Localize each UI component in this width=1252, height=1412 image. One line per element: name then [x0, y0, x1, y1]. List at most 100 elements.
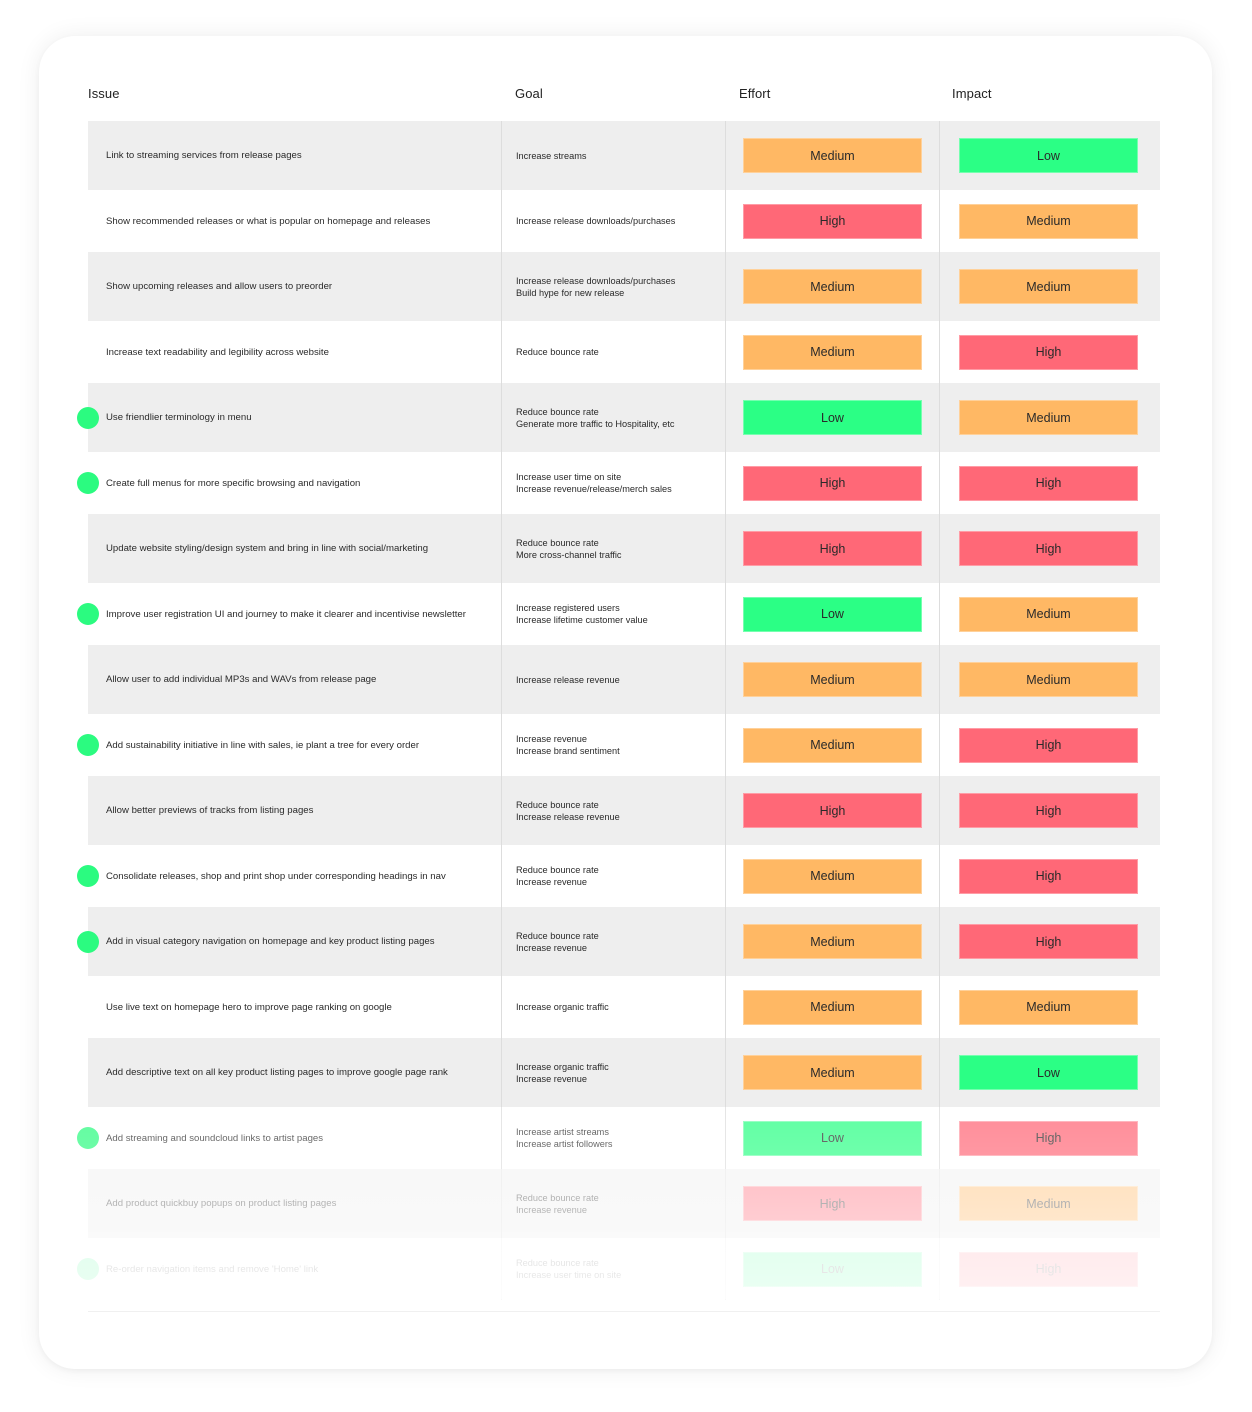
goal-text: Increase revenue — [516, 942, 587, 953]
effort-level-badge: Medium — [743, 138, 922, 173]
issue-cell: Use friendlier terminology in menu — [77, 383, 501, 452]
issue-text: Add streaming and soundcloud links to ar… — [106, 1132, 324, 1144]
impact-cell: High — [939, 321, 1160, 383]
effort-level-badge: High — [743, 793, 922, 828]
goal-text: Reduce bounce rate — [516, 799, 599, 810]
goal-text: Increase release downloads/purchases — [516, 216, 676, 226]
goal-text: Build hype for new release — [516, 287, 625, 298]
goal-text: Increase organic traffic — [516, 1002, 609, 1012]
goal-text: Increase revenue — [516, 877, 587, 887]
impact-cell: Medium — [939, 383, 1160, 452]
goal-cell: Reduce bounce rate Increase release reven… — [501, 776, 725, 845]
goal-text: Increase artist streams — [516, 1127, 609, 1137]
issue-text: Add in visual category navigation on hom… — [106, 936, 435, 947]
effort-level-badge: High — [743, 531, 922, 566]
goal-text: Reduce bounce rate — [516, 1192, 599, 1203]
goal-text: Increase release revenue — [516, 674, 620, 685]
impact-cell: Medium — [939, 583, 1160, 645]
goal-text: Reduce bounce rate — [516, 1258, 599, 1268]
goal-cell: Reduce bounce rate — [501, 321, 725, 383]
goal-text: Increase revenue — [516, 1204, 587, 1215]
effort-cell: Medium — [725, 252, 939, 321]
goal-cell: Reduce bounce rate Increase revenue — [501, 907, 725, 976]
impact-level-badge: High — [959, 727, 1138, 763]
issue-text: Allow better previews of tracks from lis… — [106, 805, 314, 816]
impact-level-badge: Medium — [959, 1186, 1138, 1221]
goal-text: Increase brand sentiment — [516, 746, 620, 756]
issue-text: Add sustainability initiative in line wi… — [106, 739, 420, 751]
impact-level-badge: Medium — [959, 269, 1138, 304]
goal-text: Reduce bounce rate — [516, 930, 599, 941]
column-header-impact: Impact — [952, 86, 992, 101]
impact-level-badge: High — [959, 465, 1138, 501]
issue-cell: Update website styling/design system and… — [88, 514, 501, 583]
issue-cell: Add streaming and soundcloud links to ar… — [77, 1107, 501, 1169]
selected-marker-icon — [77, 1258, 99, 1280]
effort-level-badge: High — [743, 465, 922, 501]
selected-marker-icon — [77, 406, 99, 429]
goal-cell: Increase release downloads/purchases Buil… — [501, 252, 725, 321]
issue-text: Use friendlier terminology in menu — [106, 412, 252, 423]
issue-text: Consolidate releases, shop and print sho… — [106, 870, 446, 882]
issue-cell: Show upcoming releases and allow users t… — [88, 252, 501, 321]
column-header-goal: Goal — [515, 86, 543, 101]
impact-cell: High — [939, 514, 1160, 583]
selected-marker-icon — [77, 930, 99, 953]
issue-cell: Add product quickbuy popups on product l… — [88, 1169, 501, 1238]
issue-cell: Increase text readability and legibility… — [88, 321, 501, 383]
impact-level-badge: Low — [959, 1055, 1138, 1090]
effort-level-badge: Low — [743, 596, 922, 632]
table-row: Allow better previews of tracks from lis… — [88, 776, 1160, 845]
effort-level-badge: Low — [743, 1251, 922, 1287]
goal-text: Increase revenue — [516, 1073, 587, 1084]
goal-text: Reduce bounce rate — [516, 537, 599, 548]
goal-cell: Increase release revenue — [501, 645, 725, 714]
impact-cell: High — [939, 1238, 1160, 1300]
effort-cell: Low — [725, 1107, 939, 1169]
impact-cell: Medium — [939, 976, 1160, 1038]
issue-cell: Allow better previews of tracks from lis… — [88, 776, 501, 845]
impact-level-badge: High — [959, 531, 1138, 566]
issue-cell: Link to streaming services from release … — [88, 121, 501, 190]
goal-text: Increase revenue — [516, 734, 587, 744]
impact-cell: Medium — [939, 252, 1160, 321]
goal-cell: Reduce bounce rate Increase user time on … — [501, 1238, 725, 1300]
goal-cell: Increase organic traffic Increase revenue — [501, 1038, 725, 1107]
impact-cell: Medium — [939, 645, 1160, 714]
effort-cell: Low — [725, 583, 939, 645]
column-header-issue: Issue — [88, 86, 120, 101]
impact-cell: Medium — [939, 190, 1160, 252]
impact-cell: High — [939, 714, 1160, 776]
goal-text: Increase streams — [516, 150, 587, 161]
selected-marker-icon — [77, 865, 99, 887]
table-row: Add in visual category navigation on hom… — [77, 907, 1160, 976]
effort-level-badge: Medium — [743, 989, 922, 1025]
goal-text: Increase revenue/release/merch sales — [516, 484, 672, 494]
effort-level-badge: Low — [743, 400, 922, 435]
impact-cell: Low — [939, 1038, 1160, 1107]
effort-cell: Medium — [725, 645, 939, 714]
effort-cell: Low — [725, 383, 939, 452]
goal-cell: Increase revenue Increase brand sentiment — [501, 714, 725, 776]
selected-marker-icon — [77, 1127, 99, 1149]
issue-cell: Consolidate releases, shop and print sho… — [77, 845, 501, 907]
goal-text: Reduce bounce rate — [516, 406, 599, 417]
impact-level-badge: High — [959, 793, 1138, 828]
issue-text: Create full menus for more specific brow… — [106, 477, 361, 489]
issue-cell: Improve user registration UI and journey… — [77, 583, 501, 645]
goal-cell: Increase release downloads/purchases — [501, 190, 725, 252]
effort-level-badge: High — [743, 1186, 922, 1221]
issue-text: Allow user to add individual MP3s and WA… — [106, 674, 377, 685]
selected-marker-icon — [77, 603, 99, 625]
table-row: Add sustainability initiative in line wi… — [77, 714, 1160, 776]
impact-level-badge: High — [959, 1120, 1138, 1156]
issue-cell: Show recommended releases or what is pop… — [88, 190, 501, 252]
goal-cell: Reduce bounce rate More cross-channel tra… — [501, 514, 725, 583]
impact-cell: High — [939, 776, 1160, 845]
effort-level-badge: Medium — [743, 924, 922, 959]
goal-cell: Reduce bounce rate Increase revenue — [501, 845, 725, 907]
goal-cell: Increase user time on site Increase reven… — [501, 452, 725, 514]
effort-cell: High — [725, 452, 939, 514]
impact-level-badge: Low — [959, 138, 1138, 173]
impact-level-badge: High — [959, 858, 1138, 894]
